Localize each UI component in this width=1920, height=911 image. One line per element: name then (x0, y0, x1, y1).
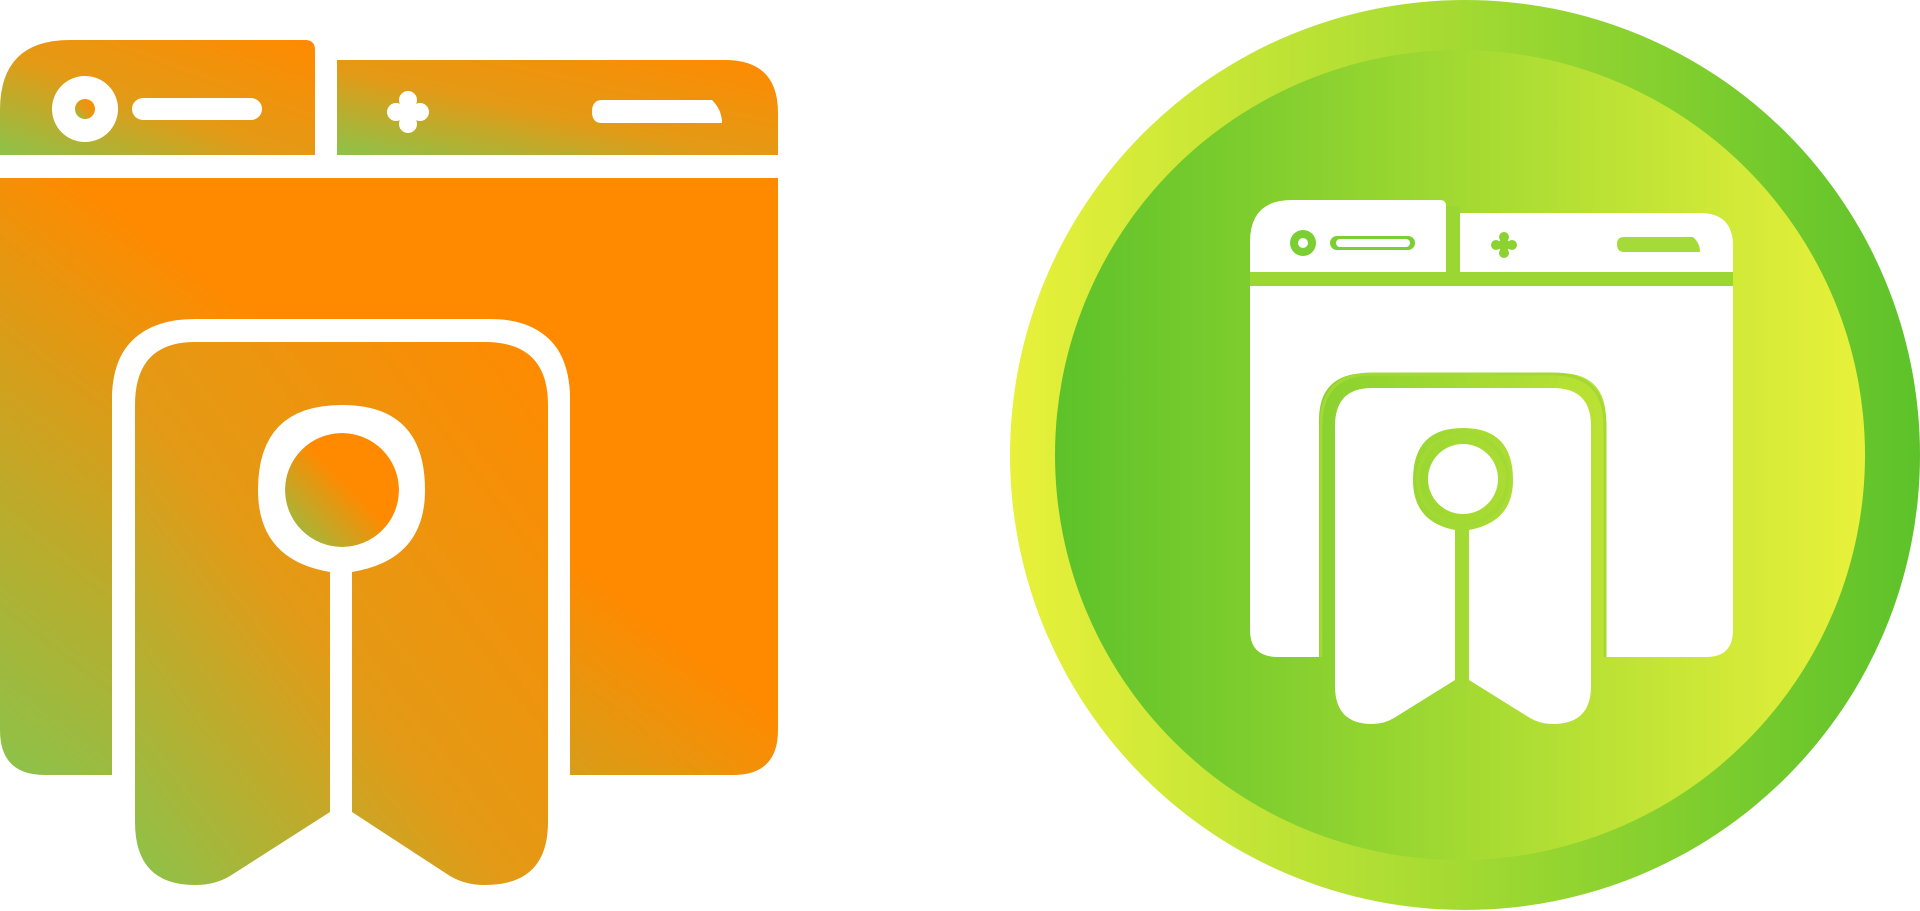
pin-circle-shape (285, 433, 399, 547)
tab-left-title-bar (132, 98, 262, 120)
tab-right-title-bar (592, 100, 722, 123)
badge-tab-right-title-bar (1617, 237, 1700, 252)
icon-artboard (0, 0, 1920, 910)
tab-left-shape (0, 40, 315, 155)
tab-dot-center-icon (75, 99, 95, 119)
browser-bookmark-icon-circle (1010, 0, 1920, 910)
icon-pair-canvas (0, 0, 1920, 911)
